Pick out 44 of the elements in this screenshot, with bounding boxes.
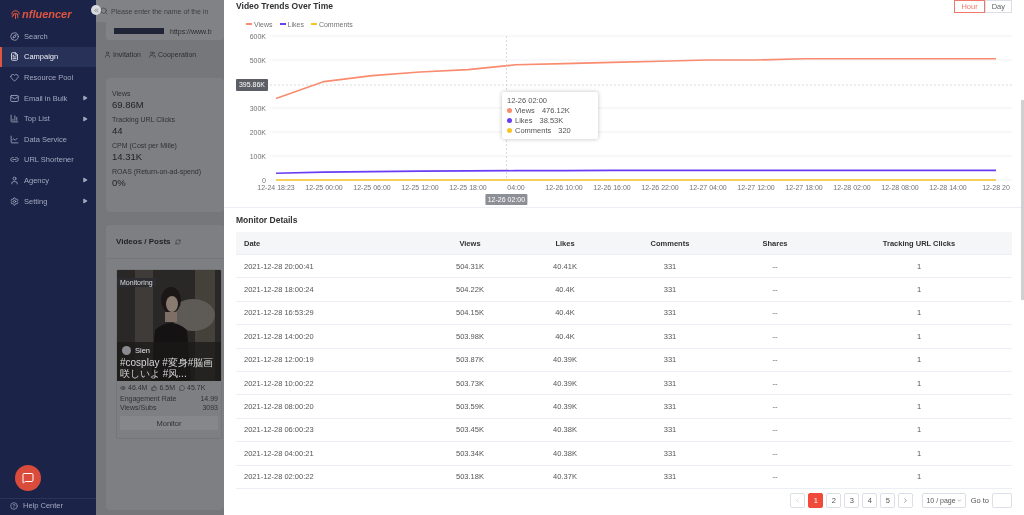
nav-icon	[10, 93, 19, 103]
chat-icon	[22, 472, 34, 484]
nav-icon	[10, 196, 19, 206]
chevron-right-icon	[902, 496, 910, 504]
logo-text: nfluencer	[22, 8, 72, 20]
nav-icon	[10, 31, 19, 41]
people-icon	[149, 51, 157, 58]
nav-icon	[10, 114, 19, 124]
person-icon	[104, 51, 111, 58]
scrollbar[interactable]	[1021, 100, 1024, 300]
caret-icon	[956, 497, 962, 503]
stat-value: 0%	[112, 176, 127, 189]
triangle-icon	[82, 177, 88, 184]
page-input[interactable]	[992, 492, 1012, 508]
nav-icon	[10, 52, 19, 62]
nav-icon	[10, 155, 19, 165]
chart-title: Video Trends Over Time	[236, 0, 333, 11]
triangle-icon	[82, 198, 88, 205]
stat-value: 44	[112, 124, 124, 137]
stat-value: 14.31K	[112, 150, 144, 163]
post-caption: #cosplay #変身#脳画咲しいよ #风...	[120, 357, 215, 379]
help-icon	[10, 501, 18, 510]
stat-value: 69.86M	[112, 98, 145, 111]
avatar	[122, 346, 131, 355]
next-page-button[interactable]	[898, 492, 914, 508]
triangle-icon	[82, 95, 88, 102]
chat-button[interactable]	[15, 465, 41, 491]
nav-icon	[10, 134, 19, 144]
refresh-icon[interactable]	[174, 238, 181, 245]
eye-icon	[120, 384, 126, 391]
section-title: Monitor Details	[236, 214, 299, 227]
thumbs-up-icon	[151, 384, 158, 391]
collapse-icon	[92, 6, 100, 14]
banner-strip	[114, 28, 164, 34]
prev-page-button[interactable]	[790, 492, 806, 508]
logo-icon	[10, 8, 21, 20]
nav-icon	[10, 73, 19, 82]
search-icon	[100, 7, 108, 15]
triangle-icon	[82, 115, 88, 122]
collapse-button[interactable]	[91, 5, 101, 15]
chevron-left-icon	[794, 496, 802, 504]
section-title: Videos / Posts	[116, 237, 171, 246]
nav-icon	[10, 175, 19, 185]
comment-icon	[179, 384, 186, 391]
